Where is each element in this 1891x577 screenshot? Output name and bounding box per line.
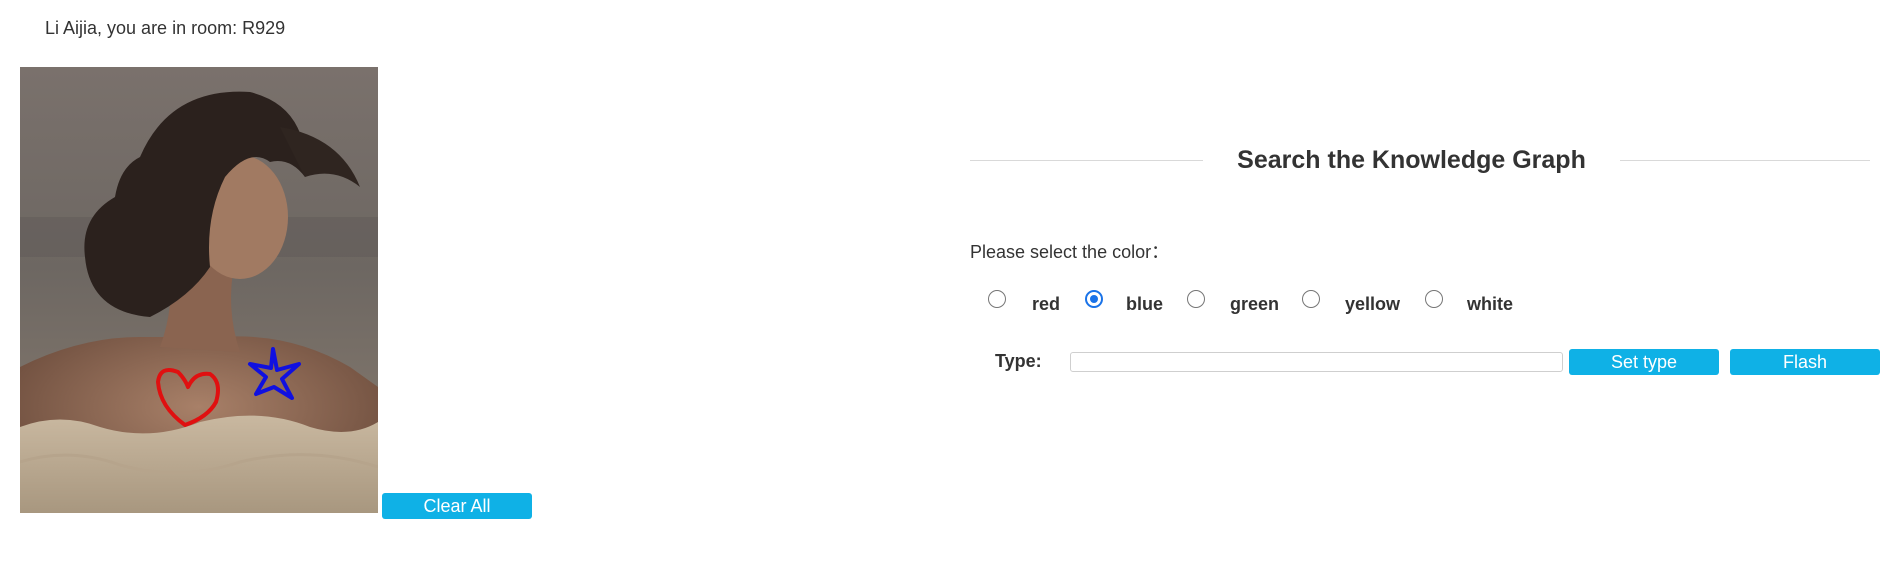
divider-left: [970, 160, 1203, 161]
set-type-button[interactable]: Set type: [1569, 349, 1719, 375]
flash-button[interactable]: Flash: [1730, 349, 1880, 375]
radio-label-green: green: [1230, 294, 1280, 314]
color-select-label: Please select the color：: [970, 242, 1170, 262]
radio-yellow[interactable]: [1302, 290, 1320, 308]
section-header: Search the Knowledge Graph: [970, 146, 1870, 176]
radio-red[interactable]: [988, 290, 1006, 308]
radio-blue[interactable]: [1085, 290, 1103, 308]
radio-label-blue: blue: [1126, 294, 1164, 314]
radio-label-white: white: [1467, 294, 1514, 314]
radio-white[interactable]: [1425, 290, 1443, 308]
radio-green[interactable]: [1187, 290, 1205, 308]
radio-label-red: red: [1032, 294, 1061, 314]
portrait-image: [20, 67, 378, 513]
drawing-canvas[interactable]: [20, 67, 378, 513]
type-label: Type:: [995, 351, 1042, 371]
clear-all-button[interactable]: Clear All: [382, 493, 532, 519]
radio-label-yellow: yellow: [1345, 294, 1401, 314]
divider-right: [1620, 160, 1870, 161]
type-input[interactable]: [1070, 352, 1563, 372]
page-title: Search the Knowledge Graph: [1237, 146, 1586, 174]
room-info: Li Aijia, you are in room: R929: [45, 18, 286, 38]
